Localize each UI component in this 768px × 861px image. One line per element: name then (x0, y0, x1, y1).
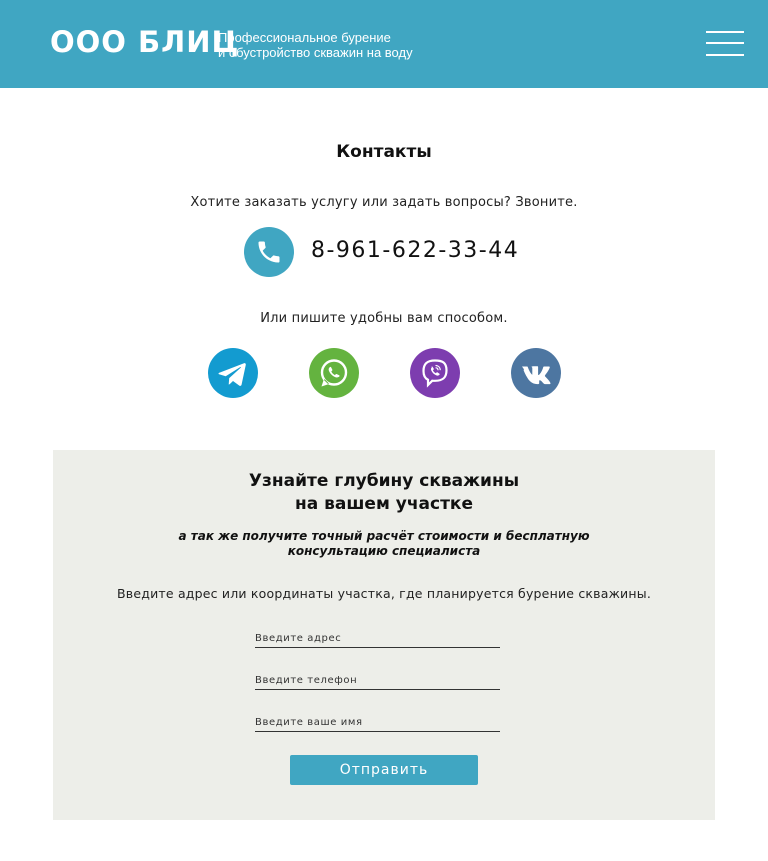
phone-field-wrapper (255, 668, 500, 691)
whatsapp-icon[interactable] (309, 348, 359, 398)
depth-request-form: Узнайте глубину скважины на вашем участк… (53, 450, 715, 820)
form-title-line-1: Узнайте глубину скважины (248, 471, 520, 491)
submit-button[interactable]: Отправить (290, 755, 478, 785)
burger-line (706, 42, 744, 44)
form-subtitle: а так же получите точный расчёт стоимост… (53, 529, 715, 559)
phone-number[interactable]: 8-961-622-33-44 (311, 238, 519, 263)
tagline-line-2: и обустройство скважин на воду (218, 45, 413, 60)
name-input[interactable] (255, 712, 500, 733)
telegram-icon[interactable] (208, 348, 258, 398)
phone-input[interactable] (255, 670, 500, 691)
tagline-line-1: Профессиональное бурение (218, 30, 391, 45)
burger-line (706, 54, 744, 56)
vk-icon[interactable] (511, 348, 561, 398)
address-input[interactable] (255, 628, 500, 649)
burger-menu-icon[interactable] (706, 31, 744, 57)
form-title: Узнайте глубину скважины на вашем участк… (53, 470, 715, 516)
call-text: Хотите заказать услугу или задать вопрос… (190, 195, 578, 210)
burger-line (706, 31, 744, 33)
site-header: ООО БЛИЦ Профессиональное бурение и обус… (0, 0, 768, 88)
name-field-wrapper (255, 710, 500, 733)
viber-icon[interactable] (410, 348, 460, 398)
page-title: Контакты (336, 142, 432, 162)
form-subtitle-line-2: консультацию специалиста (287, 544, 481, 558)
form-hint: Введите адрес или координаты участка, гд… (117, 586, 651, 601)
form-title-line-2: на вашем участке (295, 494, 473, 514)
write-text: Или пишите удобны вам способом. (260, 311, 508, 326)
phone-icon[interactable] (244, 227, 294, 277)
form-subtitle-line-1: а так же получите точный расчёт стоимост… (178, 529, 590, 543)
address-field-wrapper (255, 626, 500, 649)
tagline: Профессиональное бурение и обустройство … (218, 30, 413, 60)
logo[interactable]: ООО БЛИЦ (50, 24, 239, 60)
